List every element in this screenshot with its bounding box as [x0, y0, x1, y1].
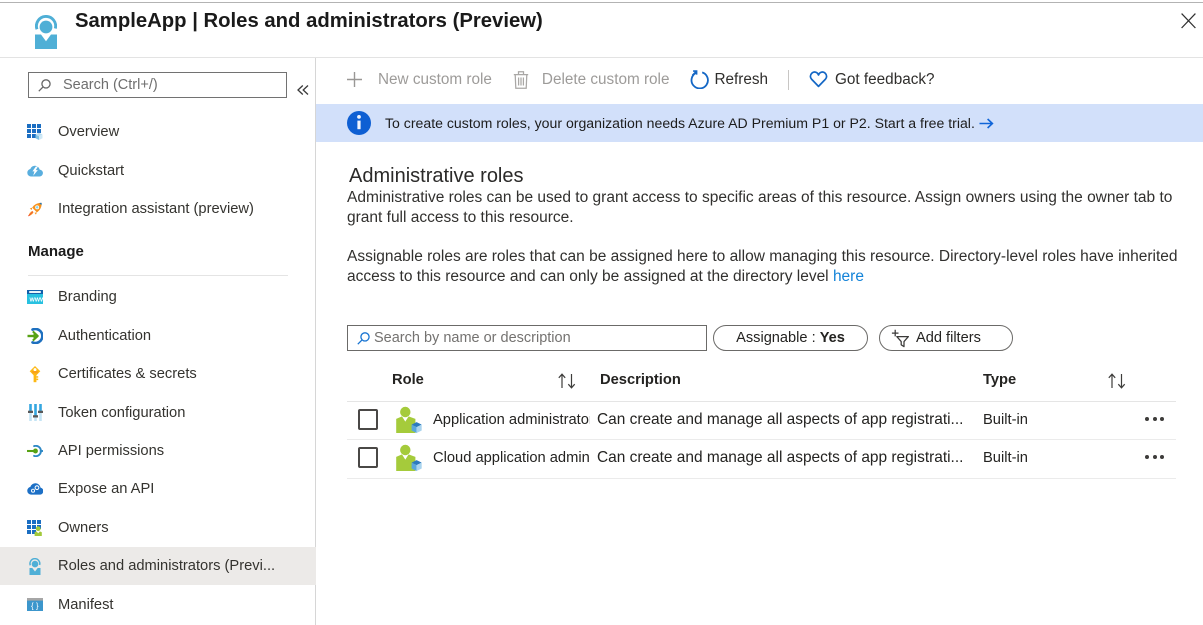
svg-text:{ }: { }	[31, 602, 39, 611]
svg-text:WWW: WWW	[30, 298, 44, 304]
